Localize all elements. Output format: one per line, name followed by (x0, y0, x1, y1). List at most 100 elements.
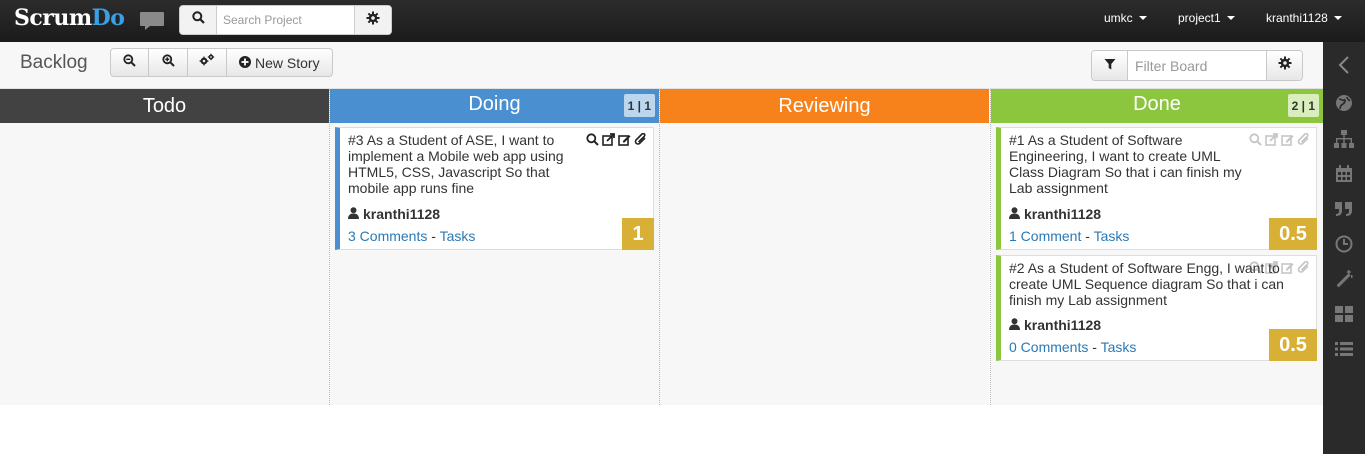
story-card[interactable]: #2 As a Student of Software Engg, I want… (996, 255, 1317, 361)
filter-settings-button[interactable] (1266, 51, 1302, 80)
paperclip-icon[interactable] (634, 132, 647, 149)
search-project-input[interactable] (217, 6, 355, 34)
edit-icon[interactable] (1281, 133, 1294, 149)
wip-count-badge: 2 | 1 (1287, 94, 1319, 117)
top-navbar: ScrumDo umkc project1 kranthi1128 (0, 0, 1365, 42)
project-menu-label: project1 (1178, 11, 1221, 25)
filter-funnel-icon (1104, 57, 1116, 75)
story-links: 0 Comments - Tasks (1009, 339, 1136, 355)
search-settings-button[interactable] (354, 6, 391, 34)
zoom-in-icon (161, 53, 175, 72)
kanban-board: Todo Doing 1 | 1 #3 As a Student of ASE,… (0, 89, 1323, 405)
grid-icon[interactable] (1334, 304, 1354, 324)
search-icon[interactable] (1249, 133, 1262, 149)
user-icon (348, 206, 359, 222)
comments-link[interactable]: 0 Comments (1009, 339, 1088, 355)
board-settings-button[interactable] (188, 49, 227, 76)
board-toolbar: Backlog New Story (0, 42, 1323, 89)
org-menu-label: umkc (1104, 11, 1133, 25)
quote-icon[interactable] (1334, 199, 1354, 219)
column-header-todo: Todo (0, 89, 329, 123)
story-card[interactable]: #1 As a Student of Software Engineering,… (996, 127, 1317, 250)
story-text: #3 As a Student of ASE, I want to implem… (348, 132, 564, 196)
owner-name: kranthi1128 (363, 206, 441, 222)
search-icon[interactable] (586, 133, 599, 149)
edit-icon[interactable] (618, 133, 631, 149)
calendar-icon[interactable] (1334, 164, 1354, 184)
story-owner: kranthi1128 (1009, 206, 1101, 222)
plus-circle-icon (239, 55, 251, 71)
zoom-out-icon (123, 53, 136, 72)
share-icon[interactable] (1265, 133, 1278, 149)
clock-icon[interactable] (1334, 234, 1354, 254)
link-separator: - (1092, 339, 1101, 355)
column-header-doing: Doing 1 | 1 (330, 89, 659, 123)
caret-down-icon (1226, 16, 1235, 20)
right-sidebar (1323, 42, 1365, 454)
story-points-badge: 0.5 (1269, 329, 1317, 361)
chevron-left-icon[interactable] (1334, 55, 1354, 75)
search-icon[interactable] (1249, 261, 1262, 277)
column-header-reviewing: Reviewing (660, 89, 989, 123)
column-title: Reviewing (778, 94, 871, 117)
zoom-in-button[interactable] (149, 49, 188, 76)
new-story-button[interactable]: New Story (227, 49, 332, 76)
filter-board (1091, 50, 1303, 81)
user-menu-label: kranthi1128 (1266, 11, 1328, 25)
share-icon[interactable] (1265, 261, 1278, 277)
logo-text-scrum: Scrum (14, 5, 92, 31)
column-header-done: Done 2 | 1 (991, 89, 1323, 123)
column-todo: Todo (0, 89, 329, 405)
project-menu[interactable]: project1 (1178, 11, 1235, 25)
new-story-label: New Story (255, 54, 320, 71)
gear-icon (366, 11, 380, 30)
story-links: 3 Comments - Tasks (348, 228, 475, 244)
tasks-link[interactable]: Tasks (440, 228, 476, 244)
user-menu[interactable]: kranthi1128 (1266, 11, 1342, 25)
column-title: Todo (142, 94, 187, 117)
edit-icon[interactable] (1281, 261, 1294, 277)
column-doing: Doing 1 | 1 #3 As a Student of ASE, I wa… (329, 89, 659, 405)
caret-down-icon (1138, 16, 1147, 20)
owner-name: kranthi1128 (1024, 317, 1102, 333)
card-actions (586, 132, 647, 149)
owner-name: kranthi1128 (1024, 206, 1102, 222)
story-points-badge: 0.5 (1269, 218, 1317, 250)
column-title: Doing (468, 92, 521, 115)
story-card[interactable]: #3 As a Student of ASE, I want to implem… (335, 127, 654, 250)
share-icon[interactable] (602, 133, 615, 149)
story-owner: kranthi1128 (1009, 317, 1101, 333)
tasks-link[interactable]: Tasks (1094, 228, 1130, 244)
card-actions (1249, 260, 1310, 277)
comments-link[interactable]: 3 Comments (348, 228, 427, 244)
org-menu[interactable]: umkc (1104, 11, 1147, 25)
globe-icon[interactable] (1334, 93, 1354, 113)
search-button[interactable] (180, 6, 217, 34)
column-title: Done (1133, 92, 1181, 115)
column-done: Done 2 | 1 #1 As a Student of Software E… (990, 89, 1323, 405)
scrumdo-logo[interactable]: ScrumDo (14, 5, 125, 31)
card-actions (1249, 132, 1310, 149)
zoom-out-button[interactable] (111, 49, 149, 76)
list-icon[interactable] (1334, 339, 1354, 359)
search-icon (191, 11, 205, 29)
chat-bubble-icon[interactable] (139, 11, 165, 31)
filter-board-input[interactable] (1128, 51, 1267, 80)
story-owner: kranthi1128 (348, 206, 440, 222)
gears-icon (199, 53, 215, 72)
paperclip-icon[interactable] (1297, 132, 1310, 149)
filter-button[interactable] (1092, 51, 1128, 80)
caret-down-icon (1333, 16, 1342, 20)
sitemap-icon[interactable] (1334, 129, 1354, 149)
gear-icon (1278, 56, 1292, 75)
story-links: 1 Comment - Tasks (1009, 228, 1129, 244)
logo-text-do: Do (91, 5, 125, 31)
tasks-link[interactable]: Tasks (1101, 339, 1137, 355)
project-search (179, 5, 392, 35)
page-title: Backlog (20, 52, 88, 73)
comments-link[interactable]: 1 Comment (1009, 228, 1081, 244)
paperclip-icon[interactable] (1297, 260, 1310, 277)
story-text: #1 As a Student of Software Engineering,… (1009, 132, 1242, 196)
magic-wand-icon[interactable] (1334, 269, 1354, 289)
link-separator: - (431, 228, 440, 244)
